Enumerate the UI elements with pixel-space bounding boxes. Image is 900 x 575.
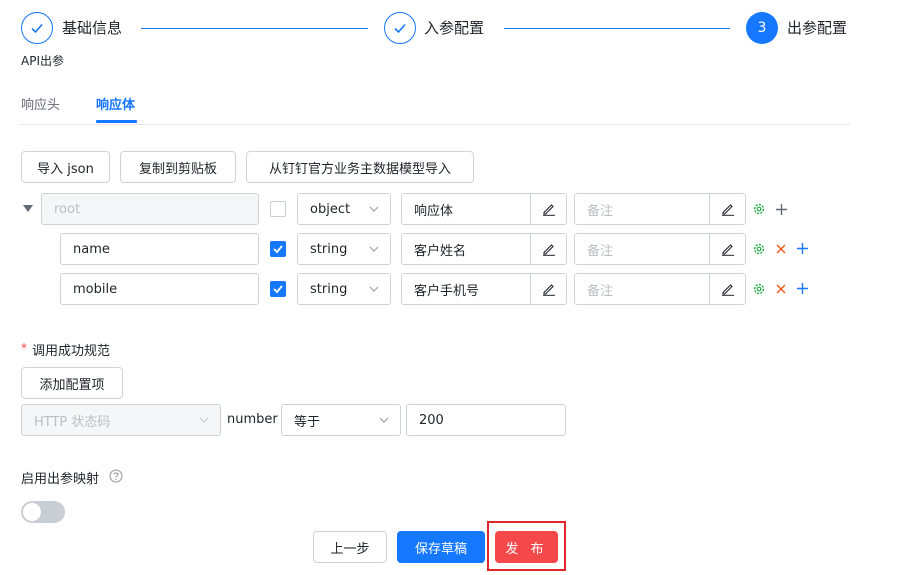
- edit-pencil-icon: [721, 204, 734, 216]
- edit-pencil-icon: [721, 284, 734, 296]
- step-1-check-icon: [21, 12, 53, 44]
- check-icon: [273, 285, 283, 294]
- tab-response-body[interactable]: 响应体: [96, 94, 135, 113]
- operator-value: 等于: [294, 414, 321, 430]
- import-dingtalk-model-button[interactable]: 从钉钉官方业务主数据模型导入: [246, 151, 474, 183]
- param-remark-input-name[interactable]: 备注: [574, 233, 710, 265]
- chevron-down-icon: [369, 246, 379, 252]
- add-child-plus-icon[interactable]: [775, 203, 788, 216]
- param-type-value: string: [310, 281, 348, 297]
- http-status-value: HTTP 状态码: [34, 414, 111, 430]
- chevron-down-icon: [199, 417, 209, 423]
- delete-x-icon[interactable]: [775, 243, 787, 255]
- status-value-input[interactable]: 200: [406, 404, 566, 436]
- import-json-button[interactable]: 导入 json: [21, 151, 110, 183]
- edit-pencil-icon: [542, 204, 555, 216]
- mapping-toggle-switch[interactable]: [21, 501, 65, 523]
- param-name-input-name[interactable]: name: [60, 233, 259, 265]
- step-3-number: 3: [746, 12, 778, 44]
- param-type-value: string: [310, 241, 348, 257]
- copy-clipboard-button[interactable]: 复制到剪贴板: [120, 151, 236, 183]
- param-required-checkbox-mobile[interactable]: [270, 281, 286, 297]
- tab-divider: [20, 124, 850, 125]
- edit-desc-button-root[interactable]: [530, 193, 567, 225]
- edit-remark-button-mobile[interactable]: [709, 273, 746, 305]
- chevron-down-icon: [379, 417, 389, 423]
- mapping-label: 启用出参映射: [21, 472, 100, 487]
- step-2-check-icon: [384, 12, 416, 44]
- remark-placeholder: 备注: [587, 283, 614, 299]
- gear-icon[interactable]: [752, 282, 766, 296]
- remark-placeholder: 备注: [587, 243, 614, 259]
- edit-remark-button-root[interactable]: [709, 193, 746, 225]
- param-remark-input-root[interactable]: 备注: [574, 193, 710, 225]
- highlight-annotation-box: [487, 521, 566, 571]
- delete-x-icon[interactable]: [775, 283, 787, 295]
- edit-desc-button-name[interactable]: [530, 233, 567, 265]
- edit-desc-button-mobile[interactable]: [530, 273, 567, 305]
- prev-step-button[interactable]: 上一步: [313, 531, 387, 563]
- param-remark-input-mobile[interactable]: 备注: [574, 273, 710, 305]
- param-required-checkbox-root[interactable]: [270, 201, 286, 217]
- param-type-select-mobile[interactable]: string: [297, 273, 391, 305]
- add-config-item-button[interactable]: 添加配置项: [21, 367, 123, 399]
- add-sibling-plus-icon[interactable]: [796, 282, 809, 295]
- chevron-down-icon: [369, 286, 379, 292]
- success-spec-label: 调用成功规范: [32, 344, 111, 359]
- step-line-1: [141, 28, 368, 29]
- edit-pencil-icon: [542, 244, 555, 256]
- param-name-input-root[interactable]: root: [41, 193, 259, 225]
- active-tab-indicator: [96, 120, 137, 123]
- edit-remark-button-name[interactable]: [709, 233, 746, 265]
- step-3-label: 出参配置: [787, 19, 848, 37]
- section-title: API出参: [21, 54, 64, 68]
- step-1-label: 基础信息: [62, 19, 123, 37]
- param-type-select-name[interactable]: string: [297, 233, 391, 265]
- collapse-triangle-icon[interactable]: [22, 204, 34, 214]
- operator-select[interactable]: 等于: [281, 404, 401, 436]
- add-sibling-plus-icon[interactable]: [796, 242, 809, 255]
- gear-icon[interactable]: [752, 242, 766, 256]
- remark-placeholder: 备注: [587, 203, 614, 219]
- chevron-down-icon: [369, 206, 379, 212]
- help-question-icon[interactable]: [109, 469, 123, 483]
- param-desc-input-name[interactable]: 客户姓名: [401, 233, 531, 265]
- edit-pencil-icon: [721, 244, 734, 256]
- check-icon: [273, 245, 283, 254]
- gear-icon[interactable]: [752, 202, 766, 216]
- tab-response-headers[interactable]: 响应头: [21, 94, 60, 113]
- param-type-select-root[interactable]: object: [297, 193, 391, 225]
- param-name-input-mobile[interactable]: mobile: [60, 273, 259, 305]
- param-desc-input-mobile[interactable]: 客户手机号: [401, 273, 531, 305]
- step-line-2: [504, 28, 730, 29]
- param-required-checkbox-name[interactable]: [270, 241, 286, 257]
- http-status-select[interactable]: HTTP 状态码: [21, 404, 221, 436]
- value-type-label: number: [227, 412, 278, 427]
- toggle-knob: [23, 503, 41, 521]
- step-2-label: 入参配置: [424, 19, 485, 37]
- param-desc-input-root[interactable]: 响应体: [401, 193, 531, 225]
- required-mark: *: [21, 341, 27, 355]
- param-type-value: object: [310, 201, 351, 217]
- edit-pencil-icon: [542, 284, 555, 296]
- save-draft-button[interactable]: 保存草稿: [397, 531, 485, 563]
